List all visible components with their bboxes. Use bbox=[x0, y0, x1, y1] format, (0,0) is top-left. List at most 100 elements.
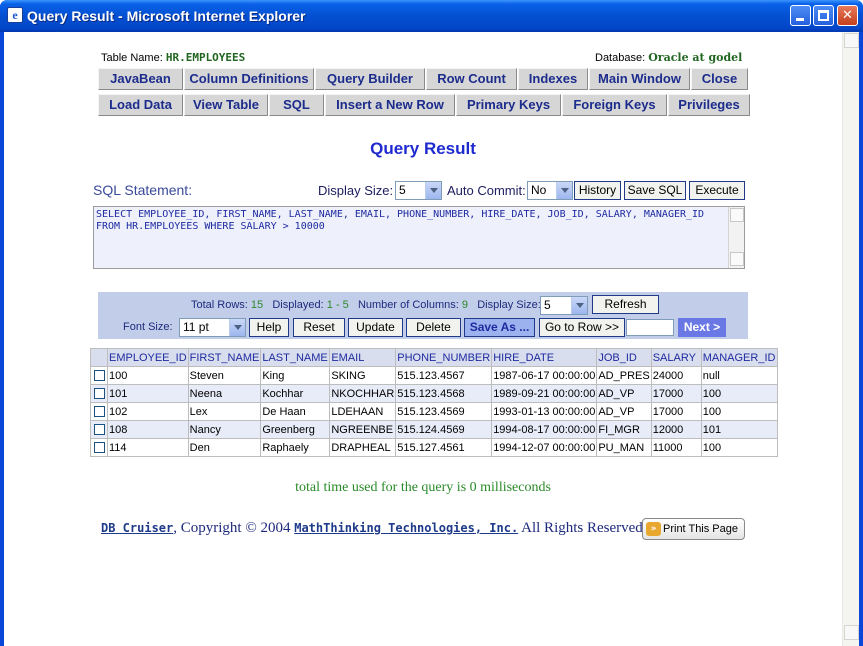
table-cell[interactable]: Neena bbox=[187, 384, 262, 403]
scroll-down-icon[interactable] bbox=[730, 252, 744, 266]
table-cell[interactable]: 1989-09-21 00:00:00 bbox=[491, 384, 598, 403]
nav-primary-keys[interactable]: Primary Keys bbox=[456, 94, 561, 116]
save-as-button[interactable]: Save As ... bbox=[464, 318, 535, 337]
table-cell[interactable]: 515.123.4569 bbox=[395, 402, 493, 421]
table-cell[interactable]: 17000 bbox=[650, 384, 702, 403]
table-cell[interactable]: Nancy bbox=[187, 420, 262, 439]
col-salary[interactable]: SALARY bbox=[650, 348, 702, 367]
nav-column-definitions[interactable]: Column Definitions bbox=[184, 68, 314, 90]
col-phone-number[interactable]: PHONE_NUMBER bbox=[395, 348, 493, 367]
table-cell[interactable]: 108 bbox=[107, 420, 189, 439]
display-size-select-2[interactable]: 5 bbox=[540, 296, 588, 315]
textarea-scrollbar[interactable] bbox=[728, 207, 744, 268]
table-cell[interactable]: De Haan bbox=[260, 402, 331, 421]
save-sql-button[interactable]: Save SQL bbox=[624, 181, 686, 200]
history-button[interactable]: History bbox=[574, 181, 621, 200]
table-cell[interactable]: NGREENBE bbox=[329, 420, 397, 439]
table-cell[interactable]: Raphaely bbox=[260, 438, 331, 457]
update-button[interactable]: Update bbox=[348, 318, 403, 337]
nav-privileges[interactable]: Privileges bbox=[668, 94, 750, 116]
table-cell[interactable]: 1994-08-17 00:00:00 bbox=[491, 420, 598, 439]
db-cruiser-link[interactable]: DB Cruiser bbox=[101, 521, 173, 535]
table-cell[interactable]: Kochhar bbox=[260, 384, 331, 403]
company-link[interactable]: MathThinking Technologies, Inc. bbox=[294, 521, 518, 535]
scroll-up-icon[interactable] bbox=[844, 33, 859, 48]
table-cell[interactable]: FI_MGR bbox=[596, 420, 652, 439]
scroll-down-icon[interactable] bbox=[844, 625, 859, 640]
table-cell[interactable]: NKOCHHAR bbox=[329, 384, 397, 403]
reset-button[interactable]: Reset bbox=[293, 318, 345, 337]
table-cell[interactable]: DRAPHEAL bbox=[329, 438, 397, 457]
maximize-button[interactable] bbox=[813, 5, 834, 26]
nav-main-window[interactable]: Main Window bbox=[589, 68, 690, 90]
col-last-name[interactable]: LAST_NAME bbox=[260, 348, 331, 367]
table-cell[interactable]: Steven bbox=[187, 366, 262, 385]
table-cell[interactable]: 515.123.4567 bbox=[395, 366, 493, 385]
row-checkbox[interactable] bbox=[94, 388, 105, 400]
nav-insert-row[interactable]: Insert a New Row bbox=[325, 94, 455, 116]
table-cell[interactable]: King bbox=[260, 366, 331, 385]
table-cell[interactable]: AD_PRES bbox=[596, 366, 652, 385]
table-cell[interactable]: null bbox=[700, 366, 778, 385]
scroll-up-icon[interactable] bbox=[730, 208, 744, 222]
table-cell[interactable]: SKING bbox=[329, 366, 397, 385]
nav-javabean[interactable]: JavaBean bbox=[98, 68, 183, 90]
table-cell[interactable]: 101 bbox=[107, 384, 189, 403]
nav-view-table[interactable]: View Table bbox=[184, 94, 268, 116]
row-checkbox[interactable] bbox=[94, 424, 105, 436]
sql-textarea[interactable]: SELECT EMPLOYEE_ID, FIRST_NAME, LAST_NAM… bbox=[93, 206, 745, 269]
nav-row-count[interactable]: Row Count bbox=[426, 68, 517, 90]
table-cell[interactable]: AD_VP bbox=[596, 384, 652, 403]
table-cell[interactable]: 515.124.4569 bbox=[395, 420, 493, 439]
col-job-id[interactable]: JOB_ID bbox=[596, 348, 652, 367]
col-manager-id[interactable]: MANAGER_ID bbox=[700, 348, 778, 367]
table-cell[interactable]: 100 bbox=[700, 384, 778, 403]
next-button[interactable]: Next > bbox=[678, 318, 726, 337]
table-cell[interactable]: 1993-01-13 00:00:00 bbox=[491, 402, 598, 421]
help-button[interactable]: Help bbox=[249, 318, 289, 337]
execute-button[interactable]: Execute bbox=[689, 181, 745, 200]
minimize-button[interactable] bbox=[790, 5, 811, 26]
table-cell[interactable]: Greenberg bbox=[260, 420, 331, 439]
nav-indexes[interactable]: Indexes bbox=[518, 68, 588, 90]
col-email[interactable]: EMAIL bbox=[329, 348, 397, 367]
row-checkbox[interactable] bbox=[94, 442, 105, 454]
table-cell[interactable]: 1994-12-07 00:00:00 bbox=[491, 438, 598, 457]
delete-button[interactable]: Delete bbox=[406, 318, 461, 337]
table-cell[interactable]: 17000 bbox=[650, 402, 702, 421]
table-cell[interactable]: AD_VP bbox=[596, 402, 652, 421]
font-size-select[interactable]: 11 pt bbox=[179, 318, 246, 337]
close-window-button[interactable]: ✕ bbox=[837, 5, 858, 26]
nav-query-builder[interactable]: Query Builder bbox=[315, 68, 425, 90]
col-hire-date[interactable]: HIRE_DATE bbox=[491, 348, 598, 367]
nav-load-data[interactable]: Load Data bbox=[98, 94, 183, 116]
table-cell[interactable]: 100 bbox=[107, 366, 189, 385]
col-employee-id[interactable]: EMPLOYEE_ID bbox=[107, 348, 189, 367]
table-cell[interactable]: 11000 bbox=[650, 438, 702, 457]
table-cell[interactable]: 1987-06-17 00:00:00 bbox=[491, 366, 598, 385]
table-cell[interactable]: 100 bbox=[700, 402, 778, 421]
table-cell[interactable]: Den bbox=[187, 438, 262, 457]
row-checkbox[interactable] bbox=[94, 370, 105, 382]
table-cell[interactable]: 24000 bbox=[650, 366, 702, 385]
nav-foreign-keys[interactable]: Foreign Keys bbox=[562, 94, 667, 116]
table-cell[interactable]: Lex bbox=[187, 402, 262, 421]
refresh-button[interactable]: Refresh bbox=[592, 295, 659, 314]
table-cell[interactable]: 100 bbox=[700, 438, 778, 457]
table-cell[interactable]: PU_MAN bbox=[596, 438, 652, 457]
nav-close[interactable]: Close bbox=[691, 68, 748, 90]
print-page-button[interactable]: » Print This Page bbox=[642, 518, 745, 540]
go-to-row-button[interactable]: Go to Row >> bbox=[539, 318, 625, 337]
nav-sql[interactable]: SQL bbox=[269, 94, 324, 116]
table-cell[interactable]: 12000 bbox=[650, 420, 702, 439]
col-first-name[interactable]: FIRST_NAME bbox=[187, 348, 262, 367]
table-cell[interactable]: 101 bbox=[700, 420, 778, 439]
table-cell[interactable]: 114 bbox=[107, 438, 189, 457]
display-size-select[interactable]: 5 bbox=[395, 181, 442, 200]
row-checkbox[interactable] bbox=[94, 406, 105, 418]
table-cell[interactable]: 515.127.4561 bbox=[395, 438, 493, 457]
table-cell[interactable]: 102 bbox=[107, 402, 189, 421]
auto-commit-select[interactable]: No bbox=[527, 181, 573, 200]
page-scrollbar[interactable] bbox=[842, 32, 859, 646]
table-cell[interactable]: LDEHAAN bbox=[329, 402, 397, 421]
